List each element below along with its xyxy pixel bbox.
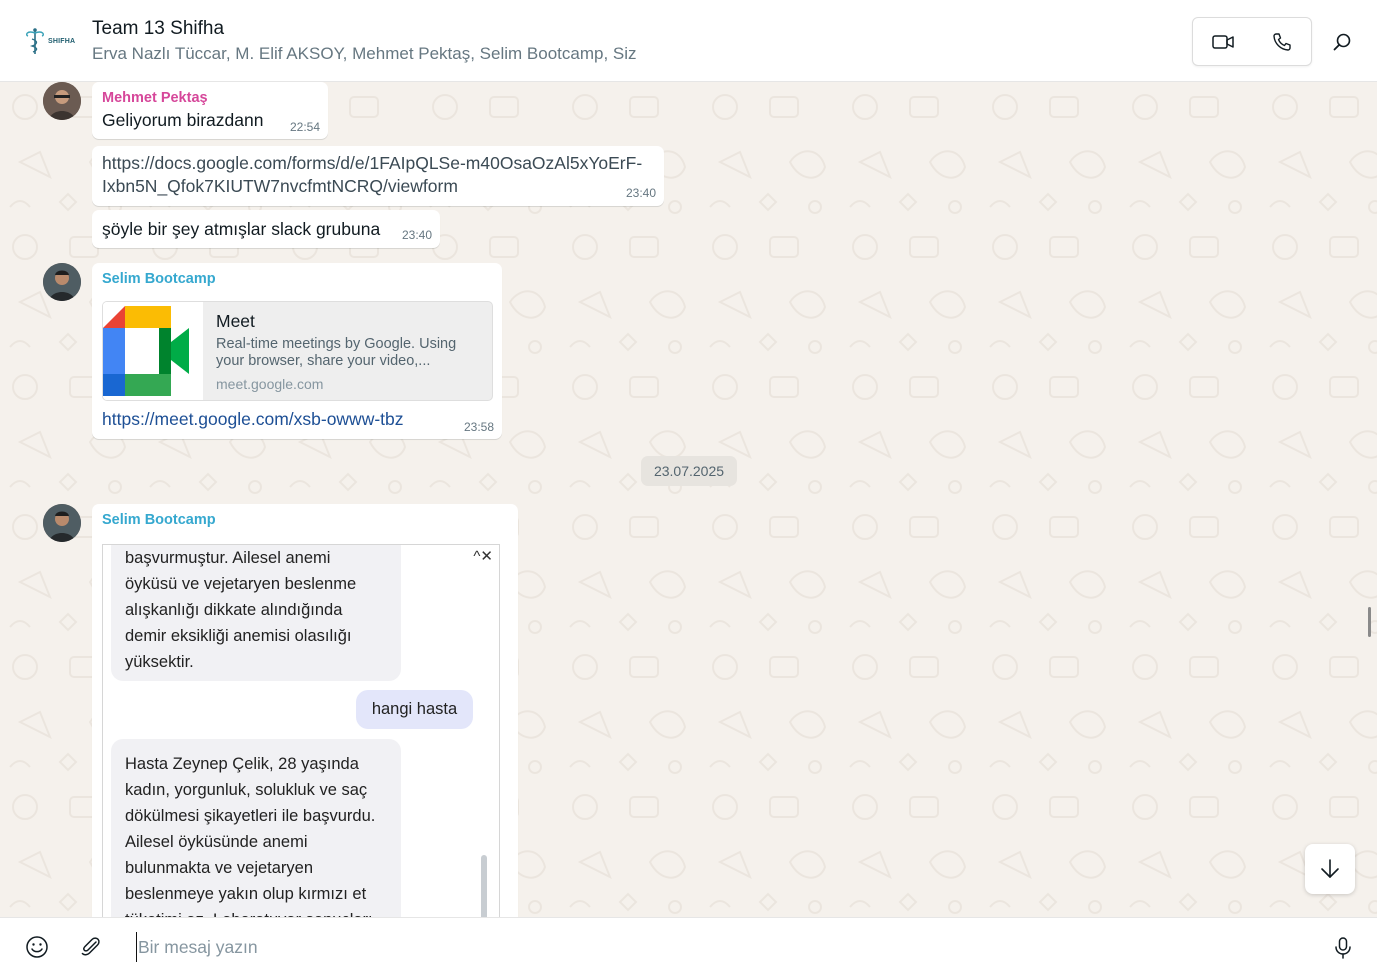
sender-name: Selim Bootcamp [102, 512, 216, 528]
ai-reply-line: Ailesel öyküsünde anemi [125, 833, 308, 851]
link-preview-description: Real-time meetings by Google. Using your… [216, 336, 457, 369]
message-time: 22:54 [289, 120, 320, 134]
chat-header: SHIFHA Team 13 Shifha Erva Nazlı Tüccar,… [0, 0, 1377, 82]
avatar-selim[interactable] [43, 263, 81, 301]
search-icon [1333, 33, 1351, 51]
ai-reply-line: tüketimi az. Laboratuvar sonuçları [125, 907, 387, 917]
paperclip-icon [81, 937, 100, 956]
ai-reply-bubble: Hasta Zeynep Çelik, 28 yaşında kadın, yo… [111, 739, 401, 917]
avatar-image [43, 82, 81, 120]
chat-members[interactable]: Erva Nazlı Tüccar, M. Elif AKSOY, Mehmet… [92, 44, 637, 64]
chat-title[interactable]: Team 13 Shifha [92, 18, 224, 40]
search-button[interactable] [1328, 28, 1356, 56]
video-call-button[interactable] [1193, 18, 1252, 65]
link-preview-card[interactable]: Meet Real-time meetings by Google. Using… [102, 301, 493, 401]
avatar-selim[interactable] [43, 504, 81, 542]
microphone-icon [1335, 937, 1351, 959]
sender-name: Selim Bootcamp [102, 271, 216, 287]
message-time: 23:40 [625, 186, 656, 200]
message-bubble[interactable]: Selim Bootcamp Meet Real-time meetings b… [92, 263, 502, 439]
ai-reply-line: kadın, yorgunluk, solukluk ve saç [125, 781, 368, 799]
ai-reply-line: Hasta Zeynep Çelik, 28 yaşında [125, 755, 359, 773]
voice-message-button[interactable] [1330, 934, 1356, 962]
ai-reply-bubble: başvurmuştur. Ailesel anemi öyküsü ve ve… [111, 545, 401, 681]
message-input[interactable] [136, 932, 1286, 962]
shared-screenshot[interactable]: ^✕ başvurmuştur. Ailesel anemi öyküsü ve… [102, 544, 500, 917]
ai-reply-line: beslenmeye yakın olup kırmızı et [125, 885, 367, 903]
avatar-image [43, 504, 81, 542]
message-bubble[interactable]: şöyle bir şey atmışlar slack grubuna 23:… [92, 210, 440, 248]
link-preview-title: Meet [216, 311, 255, 331]
arrow-down-icon [1321, 859, 1339, 878]
message-bubble[interactable]: https://docs.google.com/forms/d/e/1FAIpQ… [92, 146, 664, 206]
message-bubble[interactable]: Mehmet Pektaş Geliyorum birazdann 22:54 [92, 82, 328, 139]
video-call-icon [1211, 34, 1234, 49]
call-button-group [1192, 17, 1312, 66]
attach-button[interactable] [78, 934, 104, 960]
chat-scrollbar[interactable] [1368, 607, 1371, 637]
phone-icon [1272, 32, 1291, 51]
message-text: şöyle bir şey atmışlar slack grubuna [102, 219, 381, 239]
date-divider: 23.07.2025 [641, 456, 737, 486]
group-avatar[interactable]: SHIFHA [24, 26, 80, 56]
emoji-button[interactable] [24, 934, 50, 960]
message-list[interactable]: Mehmet Pektaş Geliyorum birazdann 22:54 … [0, 82, 1377, 917]
ai-reply-line: bulunmakta ve vejetaryen [125, 859, 314, 877]
ai-reply-line: başvurmuştur. Ailesel anemi [125, 549, 331, 567]
google-meet-icon [103, 302, 203, 400]
forms-link-line2[interactable]: Ixbn5N_Qfok7KIUTW7nvcfmtNCRQ/viewform [102, 176, 458, 197]
message-time: 23:40 [401, 228, 432, 242]
ai-reply-line: alışkanlığı dikkate alındığında [125, 601, 343, 619]
link-preview-domain: meet.google.com [216, 376, 324, 392]
avatar-mehmet[interactable] [43, 82, 81, 120]
screenshot-scrollbar [481, 855, 487, 917]
message-time: 23:58 [463, 420, 494, 434]
logo-text: SHIFHA [48, 37, 76, 45]
emoji-icon [26, 936, 48, 958]
screenshot-controls: ^✕ [473, 548, 493, 565]
sender-name: Mehmet Pektaş [102, 90, 208, 106]
ai-reply-line: dökülmesi şikayetleri ile başvurdu. [125, 807, 376, 825]
message-composer [0, 917, 1377, 977]
voice-call-button[interactable] [1252, 18, 1311, 65]
avatar-image [43, 263, 81, 301]
ai-reply-line: yüksektir. [125, 653, 194, 671]
user-message-bubble: hangi hasta [356, 690, 473, 729]
message-text: Geliyorum birazdann [102, 110, 264, 130]
caduceus-icon [25, 28, 45, 54]
ai-reply-line: demir eksikliği anemisi olasılığı [125, 627, 352, 645]
forms-link-line1[interactable]: https://docs.google.com/forms/d/e/1FAIpQ… [102, 153, 642, 174]
ai-reply-line: öyküsü ve vejetaryen beslenme [125, 575, 357, 593]
meet-link[interactable]: https://meet.google.com/xsb-owww-tbz [102, 409, 404, 430]
image-message-bubble[interactable]: Selim Bootcamp ^✕ başvurmuştur. Ailesel … [92, 504, 518, 917]
scroll-to-bottom-button[interactable] [1305, 844, 1355, 894]
